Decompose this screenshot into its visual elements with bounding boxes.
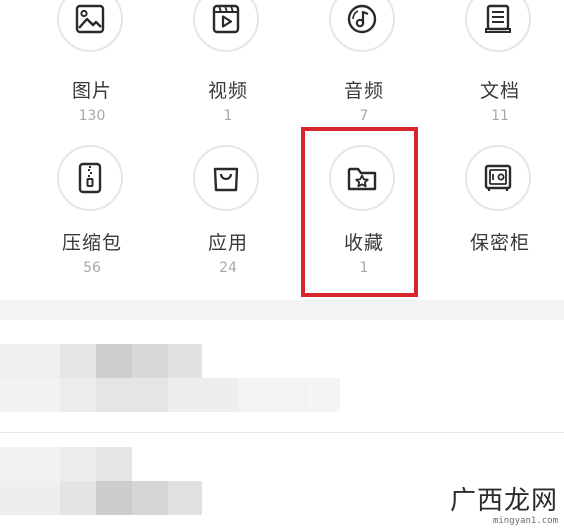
file-category-grid: 图片 130 视频 1 音频 7 文档 11 压缩包 56 应用 24 收藏 1… [0,0,564,300]
video-icon [212,4,240,34]
audio-icon-circle [329,0,395,52]
blur-tile [0,344,60,378]
vault-icon-circle [465,145,531,211]
apps-icon-circle [193,145,259,211]
docs-count: 11 [491,108,509,124]
blur-tile [0,447,60,481]
category-videos[interactable]: 视频 1 [168,0,288,130]
blur-tile [168,481,202,515]
blur-tile [238,378,308,412]
safe-icon [484,164,512,191]
blur-tile [0,481,60,515]
watermark-url: mingyan1.com [492,516,558,526]
category-archives[interactable]: 压缩包 56 [32,140,152,290]
blur-tile [60,481,96,515]
blur-tile [168,344,202,378]
apps-count: 24 [219,260,237,276]
site-watermark: 广西龙网 mingyan1.com [450,486,558,527]
videos-icon-circle [193,0,259,52]
blur-tile [168,378,238,412]
images-label: 图片 [71,80,112,102]
docs-label: 文档 [479,80,520,102]
blur-tile [96,447,132,481]
blur-tile [96,344,132,378]
star-folder-icon [347,167,377,191]
image-icon [75,4,105,34]
audio-count: 7 [359,108,369,124]
blur-tile [60,378,96,412]
archives-icon-circle [57,145,123,211]
blur-tile [132,481,168,515]
images-count: 130 [78,108,106,124]
audio-label: 音频 [343,80,384,102]
watermark-brand: 广西龙网 [449,486,558,516]
vault-label: 保密柜 [469,232,530,254]
favorites-count: 1 [359,260,369,276]
blur-tile [60,447,96,481]
blur-tile [96,378,168,412]
favorites-icon-circle [329,145,395,211]
section-separator [0,300,564,320]
blurred-list-item[interactable] [0,320,564,420]
category-vault[interactable]: 保密柜 [440,140,560,290]
category-favorites[interactable]: 收藏 1 [304,140,424,290]
blur-tile [96,481,132,515]
docs-icon-circle [465,0,531,52]
apps-label: 应用 [207,232,248,254]
category-audio[interactable]: 音频 7 [304,0,424,130]
videos-label: 视频 [207,80,248,102]
blur-tile [132,344,168,378]
category-apps[interactable]: 应用 24 [168,140,288,290]
category-docs[interactable]: 文档 11 [440,0,560,130]
archives-count: 56 [83,260,101,276]
archives-label: 压缩包 [61,232,122,254]
zip-file-icon [78,162,102,194]
shopping-bag-icon [213,167,239,192]
videos-count: 1 [223,108,233,124]
blur-tile [60,344,96,378]
images-icon-circle [57,0,123,52]
category-images[interactable]: 图片 130 [32,0,152,130]
blur-tile [308,378,340,412]
music-disc-icon [347,4,377,34]
blur-tile [0,378,60,412]
document-icon [485,4,511,33]
favorites-label: 收藏 [343,232,384,254]
